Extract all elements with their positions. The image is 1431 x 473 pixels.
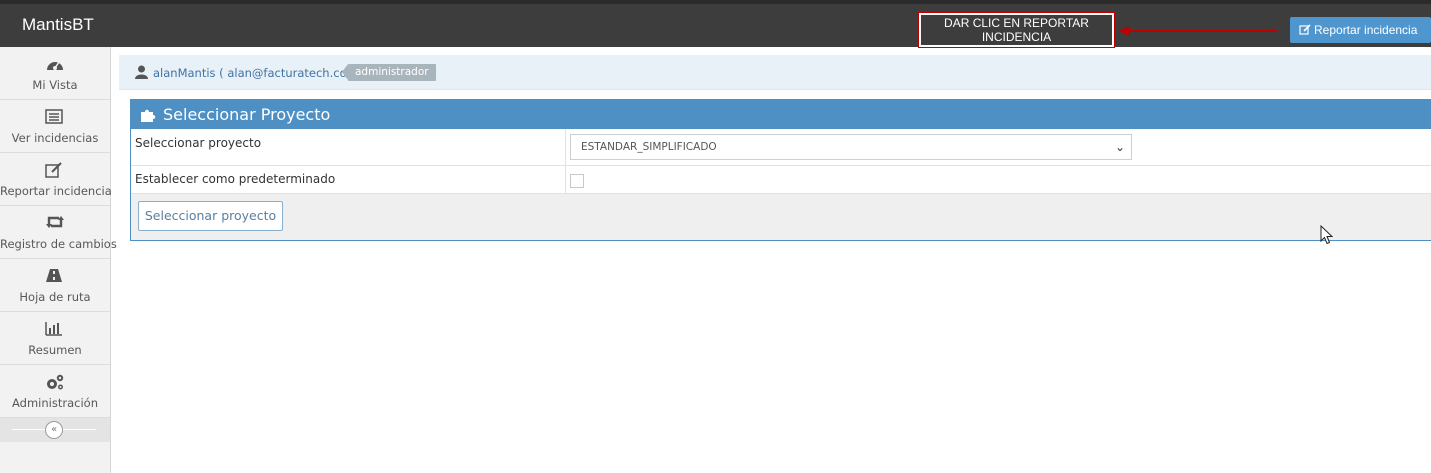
widget-header: Seleccionar Proyecto — [131, 100, 1431, 129]
sidebar: Mi Vista Ver incidencias Reportar incide… — [0, 47, 117, 473]
default-row: Establecer como predeterminado — [131, 166, 1431, 194]
sidebar-item-label: Registro de cambios — [0, 237, 117, 251]
sidebar-item-label: Administración — [12, 396, 98, 410]
edit-icon — [45, 162, 62, 178]
retweet-icon — [46, 216, 64, 228]
sidebar-item-reportar-incidencia[interactable]: Reportar incidencia — [0, 153, 112, 206]
sidebar-item-label: Reportar incidencia — [0, 184, 112, 198]
sidebar-item-hoja-de-ruta[interactable]: Hoja de ruta — [0, 259, 110, 312]
role-badge: administrador — [342, 64, 436, 81]
project-row: Seleccionar proyecto ESTANDAR_SIMPLIFICA… — [131, 129, 1431, 166]
bar-chart-icon — [45, 322, 62, 336]
chevron-down-icon: ⌄ — [1114, 140, 1125, 154]
sidebar-item-label: Hoja de ruta — [19, 290, 91, 304]
edit-icon — [1299, 24, 1311, 35]
sidebar-item-resumen[interactable]: Resumen — [0, 312, 110, 365]
select-project-button[interactable]: Seleccionar proyecto — [138, 201, 283, 231]
report-issue-button[interactable]: Reportar incidencia — [1290, 17, 1431, 43]
user-breadcrumb-bar: alanMantis ( alan@facturatech.co ) admin… — [119, 55, 1431, 90]
default-label: Establecer como predeterminado — [135, 172, 336, 186]
user-info-link[interactable]: alanMantis ( alan@facturatech.co ) — [153, 66, 355, 80]
project-select[interactable]: ESTANDAR_SIMPLIFICADO ⌄ — [570, 134, 1132, 160]
sidebar-item-mi-vista[interactable]: Mi Vista — [0, 47, 110, 100]
column-divider — [565, 129, 566, 165]
sidebar-item-label: Ver incidencias — [11, 131, 99, 145]
collapse-sidebar-button[interactable]: « — [45, 421, 63, 439]
project-select-value: ESTANDAR_SIMPLIFICADO — [581, 141, 717, 153]
report-issue-label: Reportar incidencia — [1314, 23, 1418, 37]
mouse-cursor-icon — [1320, 225, 1333, 245]
gears-icon — [47, 374, 64, 390]
annotation-callout: DAR CLIC EN REPORTAR INCIDENCIA — [918, 12, 1115, 48]
column-divider — [565, 166, 566, 193]
annotation-arrow-icon — [1118, 26, 1278, 36]
sidebar-item-label: Resumen — [28, 343, 82, 357]
sidebar-item-label: Mi Vista — [32, 78, 78, 92]
puzzle-icon — [141, 109, 156, 122]
project-label: Seleccionar proyecto — [135, 136, 262, 150]
sidebar-item-administracion[interactable]: Administración — [0, 365, 110, 418]
sidebar-item-registro-de-cambios[interactable]: Registro de cambios — [0, 206, 117, 259]
sidebar-collapse-row: « — [0, 418, 110, 442]
list-icon — [45, 109, 63, 124]
sidebar-item-ver-incidencias[interactable]: Ver incidencias — [0, 100, 110, 153]
top-navbar: MantisBT DAR CLIC EN REPORTAR INCIDENCIA… — [0, 0, 1431, 48]
road-icon — [46, 269, 62, 282]
brand-logo[interactable]: MantisBT — [22, 15, 94, 35]
dashboard-icon — [47, 61, 63, 70]
widget-footer: Seleccionar proyecto — [131, 194, 1431, 240]
set-default-checkbox[interactable] — [570, 174, 584, 188]
user-icon — [135, 65, 148, 79]
select-project-widget: Seleccionar Proyecto Seleccionar proyect… — [130, 99, 1431, 241]
double-chevron-left-icon: « — [50, 424, 58, 435]
page-title: Seleccionar Proyecto — [163, 105, 331, 124]
